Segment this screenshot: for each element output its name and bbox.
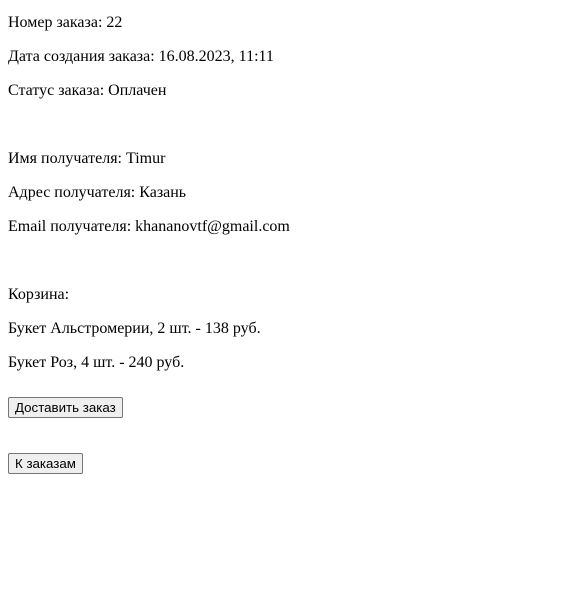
cart-item: Букет Роз, 4 шт. - 240 руб. xyxy=(8,354,185,371)
deliver-action: Доставить заказ xyxy=(8,397,560,418)
recipient-address: Адрес получателя: Казань xyxy=(8,184,187,201)
cart-title: Корзина: xyxy=(8,286,70,303)
back-to-orders-button[interactable]: К заказам xyxy=(8,453,83,474)
order-details: Номер заказа: 22 Дата создания заказа: 1… xyxy=(8,13,560,474)
order-created-date: Дата создания заказа: 16.08.2023, 11:11 xyxy=(8,48,274,65)
recipient-email: Email получателя: khananovtf@gmail.com xyxy=(8,218,290,235)
back-action: К заказам xyxy=(8,453,560,474)
order-status: Статус заказа: Оплачен xyxy=(8,82,167,99)
cart-item: Букет Альстромерии, 2 шт. - 138 руб. xyxy=(8,320,261,337)
order-number: Номер заказа: 22 xyxy=(8,14,123,31)
deliver-order-button[interactable]: Доставить заказ xyxy=(8,397,123,418)
recipient-name: Имя получателя: Timur xyxy=(8,150,166,167)
